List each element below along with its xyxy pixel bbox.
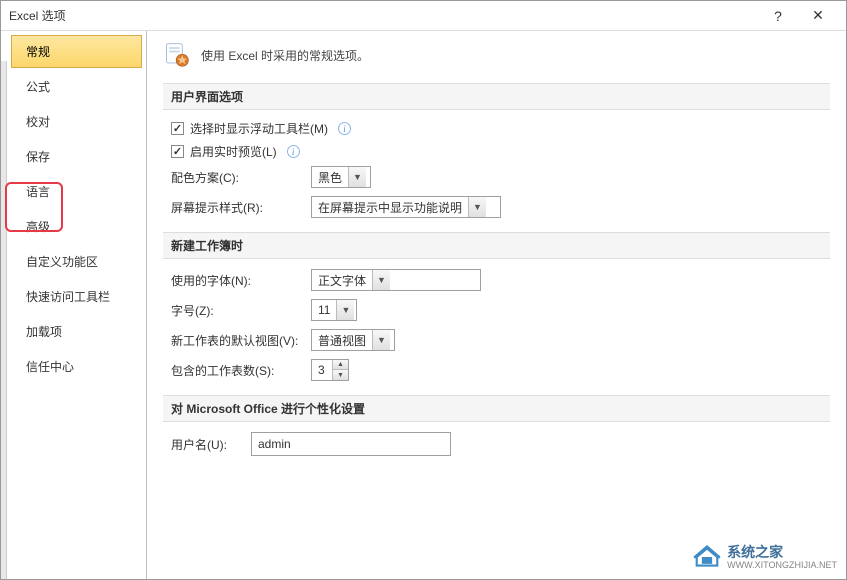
input-username[interactable]: admin: [251, 432, 451, 456]
sidebar-item-formulas[interactable]: 公式: [11, 70, 142, 103]
dropdown-screentip[interactable]: 在屏幕提示中显示功能说明 ▼: [311, 196, 501, 218]
checkbox-mini-toolbar[interactable]: [171, 122, 184, 135]
label-screentip: 屏幕提示样式(R):: [171, 199, 311, 216]
label-font: 使用的字体(N):: [171, 272, 311, 289]
watermark-url: WWW.XITONGZHIJIA.NET: [727, 560, 837, 570]
page-description: 使用 Excel 时采用的常规选项。: [201, 47, 369, 64]
page-header: 使用 Excel 时采用的常规选项。: [163, 41, 830, 69]
chevron-down-icon[interactable]: ▼: [333, 370, 348, 380]
sidebar-item-language[interactable]: 语言: [11, 175, 142, 208]
chevron-down-icon: ▼: [372, 270, 390, 290]
help-button[interactable]: ?: [758, 2, 798, 30]
chevron-up-icon[interactable]: ▲: [333, 360, 348, 370]
label-font-size: 字号(Z):: [171, 302, 311, 319]
chevron-down-icon: ▼: [468, 197, 486, 217]
sidebar-item-customize-ribbon[interactable]: 自定义功能区: [11, 245, 142, 278]
dropdown-default-view[interactable]: 普通视图 ▼: [311, 329, 395, 351]
sidebar-item-trust-center[interactable]: 信任中心: [11, 350, 142, 383]
section-personalize-title: 对 Microsoft Office 进行个性化设置: [163, 395, 830, 422]
label-mini-toolbar: 选择时显示浮动工具栏(M): [190, 120, 328, 137]
sidebar-item-advanced[interactable]: 高级: [11, 210, 142, 243]
left-edge-strip: [1, 61, 7, 579]
sidebar-item-proofing[interactable]: 校对: [11, 105, 142, 138]
watermark-name: 系统之家: [727, 545, 837, 560]
section-workbook-title: 新建工作簿时: [163, 232, 830, 259]
sidebar-item-save[interactable]: 保存: [11, 140, 142, 173]
sidebar-item-qat[interactable]: 快速访问工具栏: [11, 280, 142, 313]
checkbox-live-preview[interactable]: [171, 145, 184, 158]
dropdown-font-size[interactable]: 11 ▼: [311, 299, 357, 321]
content-pane: 使用 Excel 时采用的常规选项。 用户界面选项 选择时显示浮动工具栏(M) …: [147, 31, 846, 579]
section-ui-title: 用户界面选项: [163, 83, 830, 110]
title-bar: Excel 选项 ? ✕: [1, 1, 846, 31]
dropdown-color-scheme[interactable]: 黑色 ▼: [311, 166, 371, 188]
label-live-preview: 启用实时预览(L): [190, 143, 277, 160]
options-dialog: Excel 选项 ? ✕ 常规 公式 校对 保存 语言 高级 自定义功能区 快速…: [0, 0, 847, 580]
label-username: 用户名(U):: [171, 436, 251, 453]
info-icon[interactable]: [287, 145, 300, 158]
info-icon[interactable]: [338, 122, 351, 135]
close-button[interactable]: ✕: [798, 2, 838, 30]
dropdown-font[interactable]: 正文字体 ▼: [311, 269, 481, 291]
sidebar: 常规 公式 校对 保存 语言 高级 自定义功能区 快速访问工具栏 加载项 信任中…: [7, 31, 147, 579]
chevron-down-icon: ▼: [336, 300, 354, 320]
sidebar-item-general[interactable]: 常规: [11, 35, 142, 68]
chevron-down-icon: ▼: [372, 330, 390, 350]
watermark: 系统之家 WWW.XITONGZHIJIA.NET: [693, 545, 837, 570]
sidebar-item-addins[interactable]: 加载项: [11, 315, 142, 348]
spinner-sheet-count[interactable]: 3 ▲ ▼: [311, 359, 349, 381]
window-title: Excel 选项: [9, 7, 758, 24]
watermark-logo-icon: [693, 545, 721, 569]
label-sheet-count: 包含的工作表数(S):: [171, 362, 311, 379]
general-options-icon: [163, 41, 191, 69]
label-default-view: 新工作表的默认视图(V):: [171, 332, 311, 349]
chevron-down-icon: ▼: [348, 167, 366, 187]
label-color-scheme: 配色方案(C):: [171, 169, 311, 186]
